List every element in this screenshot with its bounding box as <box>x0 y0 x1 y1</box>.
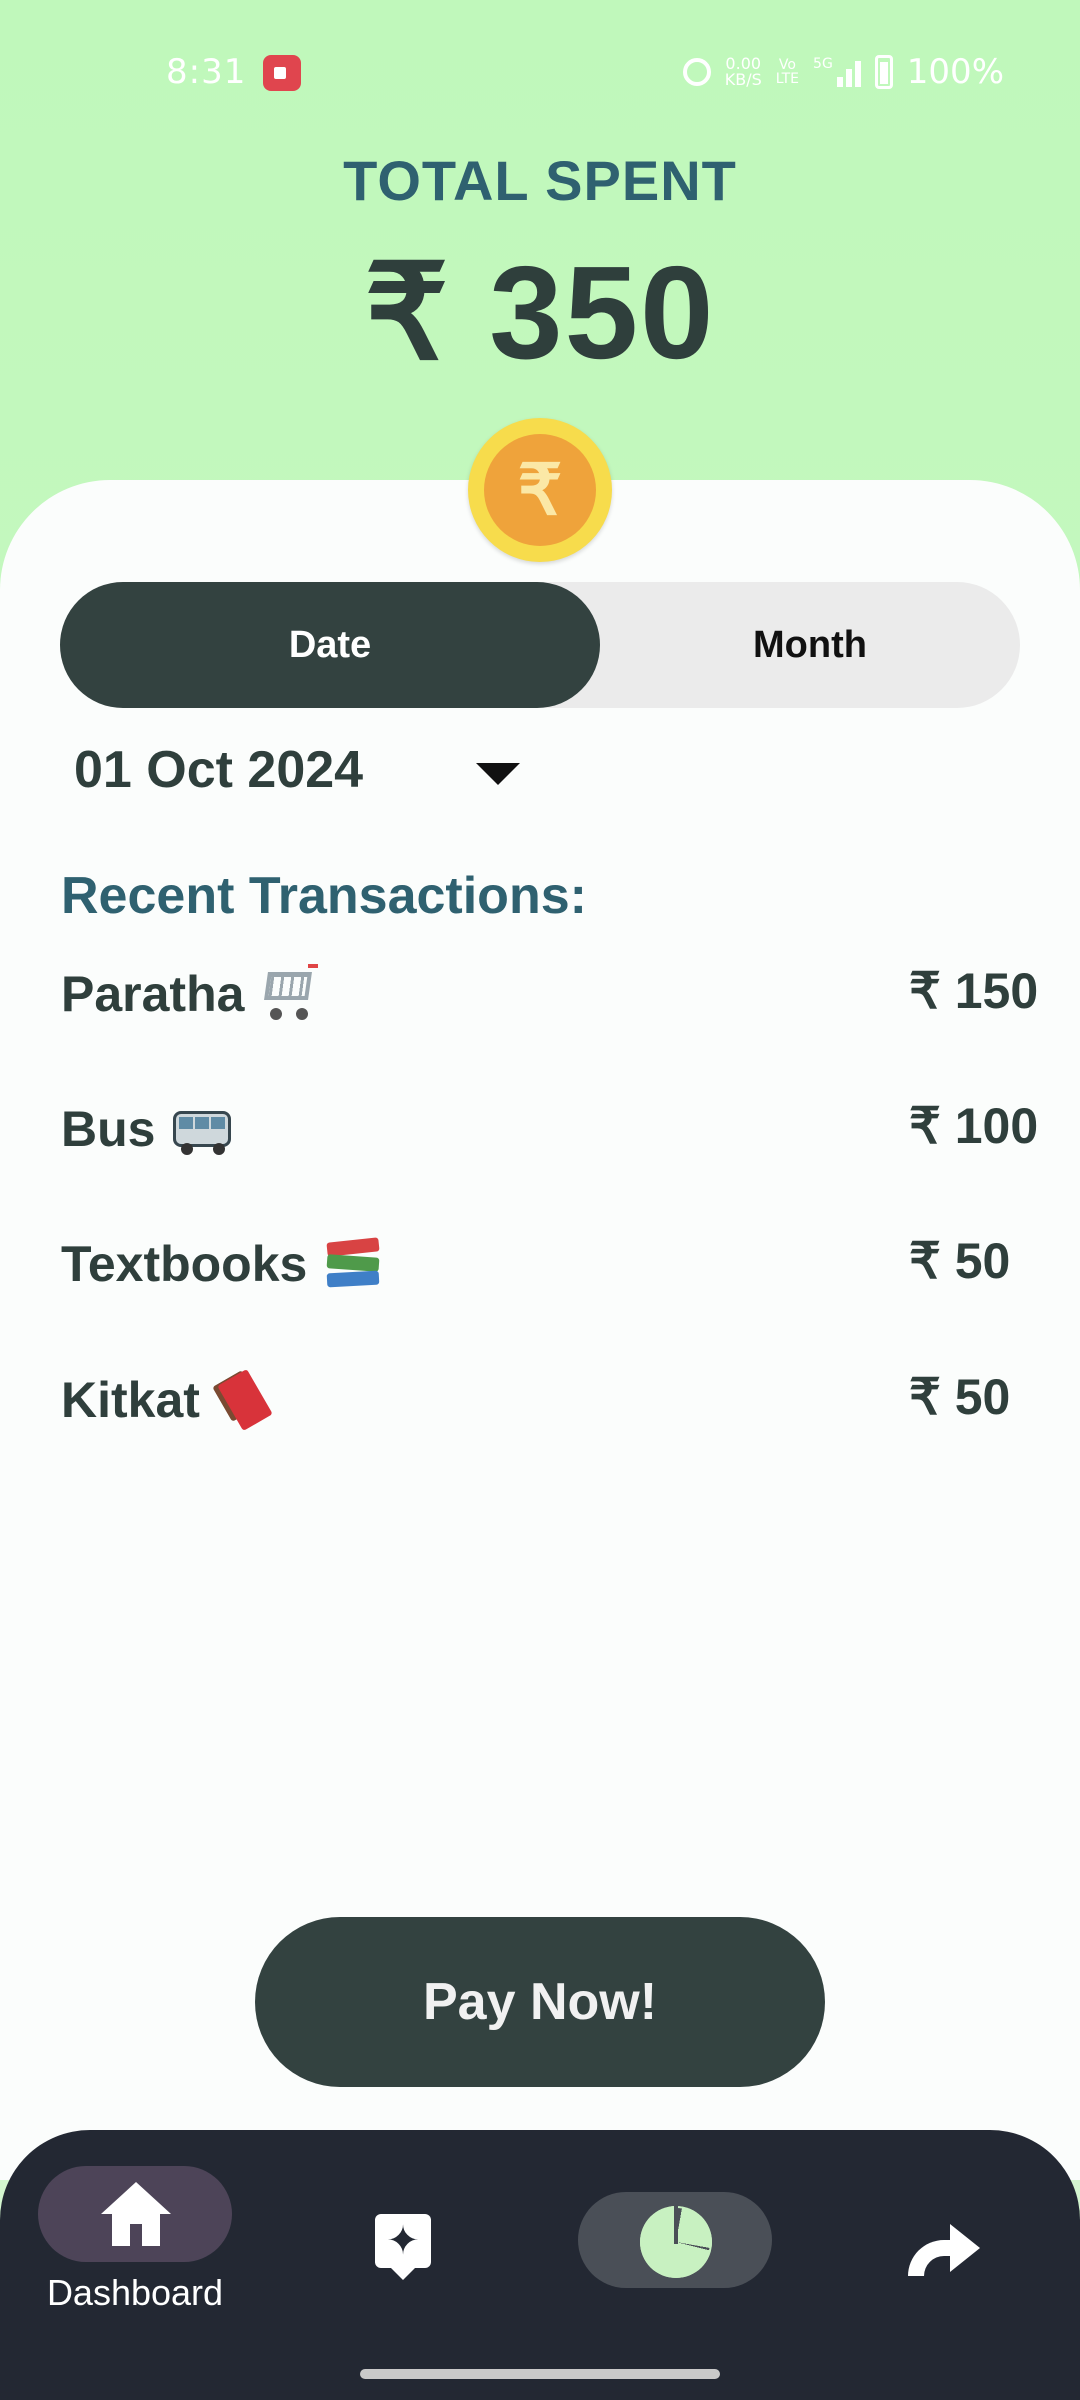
chocolate-bar-icon <box>212 1368 278 1432</box>
screen-record-icon <box>263 55 301 91</box>
pay-now-button[interactable]: Pay Now! <box>255 1917 825 2087</box>
pie-chart-icon <box>640 2204 712 2278</box>
toggle-month[interactable]: Month <box>600 582 1020 708</box>
selected-date: 01 Oct 2024 <box>74 741 364 799</box>
transaction-amount: ₹ 50 <box>909 1233 1011 1289</box>
home-icon <box>101 2182 171 2248</box>
signal-group: 5G <box>813 57 861 87</box>
nav-dashboard[interactable] <box>38 2166 232 2262</box>
network-type: Vo LTE <box>776 58 799 86</box>
share-icon[interactable] <box>908 2216 980 2276</box>
dropdown-arrow-icon <box>476 763 520 785</box>
shopping-cart-icon <box>258 962 322 1026</box>
ai-sparkle-icon[interactable]: ✦ <box>375 2214 431 2280</box>
transaction-name: Textbooks <box>61 1236 308 1292</box>
rupee-coin-icon: ₹ <box>468 418 612 562</box>
status-icons: 0.00 KB/S Vo LTE 5G 100% <box>682 52 1004 92</box>
transaction-name-group: Bus <box>61 1097 233 1161</box>
alarm-icon <box>682 58 711 86</box>
transaction-name-group: Paratha <box>61 962 322 1026</box>
status-time: 8:31 <box>166 52 247 92</box>
transaction-row[interactable]: Paratha ₹ 150 <box>61 962 1051 1042</box>
coin-symbol: ₹ <box>484 434 596 546</box>
transaction-amount: ₹ 100 <box>909 1098 1039 1154</box>
recent-transactions-heading: Recent Transactions: <box>61 867 587 925</box>
date-month-toggle: Date Month <box>60 582 1020 708</box>
transaction-name: Bus <box>61 1101 156 1157</box>
total-spent-label: TOTAL SPENT <box>343 149 737 212</box>
transaction-amount: ₹ 50 <box>909 1369 1011 1425</box>
nav-statistics[interactable] <box>578 2192 772 2288</box>
transaction-row[interactable]: Textbooks ₹ 50 <box>61 1232 1051 1312</box>
battery-percent: 100% <box>906 52 1004 92</box>
gesture-bar <box>360 2369 720 2379</box>
transaction-row[interactable]: Kitkat ₹ 50 <box>61 1368 1051 1448</box>
network-type-top: Vo <box>778 57 796 73</box>
total-spent-amount: ₹ 350 <box>364 239 716 386</box>
battery-icon <box>874 55 893 89</box>
toggle-date[interactable]: Date <box>60 582 600 708</box>
net-speed-unit: KB/S <box>724 70 762 89</box>
signal-icon <box>836 57 861 87</box>
net-speed-indicator: 0.00 KB/S <box>725 56 762 88</box>
transaction-name-group: Textbooks <box>61 1232 385 1296</box>
network-type-bottom: LTE <box>775 71 800 87</box>
date-dropdown[interactable]: 01 Oct 2024 <box>74 735 554 805</box>
nav-dashboard-label: Dashboard <box>46 2272 224 2313</box>
bus-icon <box>169 1097 233 1161</box>
transaction-name: Kitkat <box>61 1372 200 1428</box>
status-bar: 8:31 0.00 KB/S Vo LTE 5G 100% <box>0 0 1080 150</box>
transaction-name-group: Kitkat <box>61 1368 278 1432</box>
bottom-navigation: Dashboard ✦ <box>0 2130 1080 2400</box>
transaction-row[interactable]: Bus ₹ 100 <box>61 1097 1051 1177</box>
transaction-name: Paratha <box>61 966 245 1022</box>
transaction-amount: ₹ 150 <box>909 963 1039 1019</box>
books-icon <box>321 1232 385 1296</box>
signal-label: 5G <box>813 56 833 72</box>
